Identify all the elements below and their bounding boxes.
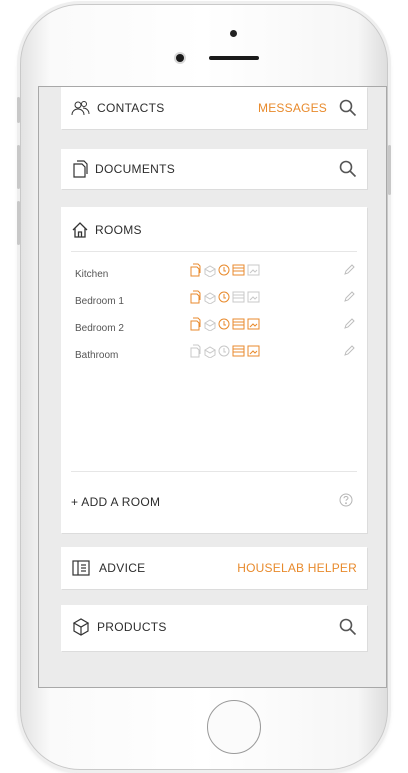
room-row[interactable]: Kitchen — [75, 263, 355, 290]
volume-up-button — [17, 145, 20, 189]
edit-room-icon[interactable] — [343, 290, 355, 308]
power-button — [388, 145, 391, 195]
edit-room-icon[interactable] — [343, 317, 355, 335]
rooms-divider-bottom — [71, 471, 357, 472]
edit-room-icon[interactable] — [343, 263, 355, 281]
contacts-search-icon[interactable] — [339, 99, 357, 117]
advice-book-icon — [71, 559, 93, 577]
add-room-button[interactable]: + ADD A ROOM — [71, 495, 160, 509]
home-icon — [71, 221, 89, 239]
documents-icon — [71, 159, 89, 179]
room-status-icons — [189, 263, 261, 277]
app-screen: CONTACTS MESSAGES DOCUMENTS ROOMS Kitche… — [38, 86, 387, 688]
rooms-label: ROOMS — [95, 223, 142, 237]
room-row[interactable]: Bedroom 1 — [75, 290, 355, 317]
camera-dot — [230, 30, 237, 37]
documents-search-icon[interactable] — [339, 160, 357, 178]
room-row[interactable]: Bedroom 2 — [75, 317, 355, 344]
documents-label: DOCUMENTS — [95, 162, 176, 176]
room-name: Kitchen — [75, 269, 109, 280]
room-status-icons — [189, 317, 261, 331]
rooms-card: ROOMS Kitchen Bedroom 1 Bedroom 2 Bathro… — [61, 207, 367, 533]
contacts-label: CONTACTS — [97, 101, 165, 115]
silent-switch — [17, 97, 20, 123]
rooms-divider-top — [71, 251, 357, 252]
advice-label: ADVICE — [99, 561, 146, 575]
contacts-icon — [71, 100, 91, 116]
edit-room-icon[interactable] — [343, 344, 355, 362]
room-name: Bedroom 2 — [75, 323, 124, 334]
room-name: Bedroom 1 — [75, 296, 124, 307]
products-label: PRODUCTS — [97, 620, 167, 634]
room-status-icons — [189, 290, 261, 304]
home-button[interactable] — [207, 700, 261, 754]
room-name: Bathroom — [75, 350, 119, 361]
rooms-list: Kitchen Bedroom 1 Bedroom 2 Bathroom — [75, 263, 355, 371]
speaker-grille — [209, 56, 259, 60]
documents-card: DOCUMENTS — [61, 149, 367, 189]
advice-card: ADVICE HOUSELAB HELPER — [61, 547, 367, 589]
room-status-icons — [189, 344, 261, 358]
room-row[interactable]: Bathroom — [75, 344, 355, 371]
products-search-icon[interactable] — [339, 618, 357, 636]
houselab-helper-link[interactable]: HOUSELAB HELPER — [237, 561, 357, 575]
front-camera — [176, 54, 184, 62]
contacts-card: CONTACTS MESSAGES — [61, 87, 367, 129]
help-icon[interactable] — [339, 493, 353, 512]
messages-link[interactable]: MESSAGES — [258, 101, 327, 115]
products-card: PRODUCTS — [61, 605, 367, 651]
volume-down-button — [17, 201, 20, 245]
products-box-icon — [71, 617, 91, 637]
